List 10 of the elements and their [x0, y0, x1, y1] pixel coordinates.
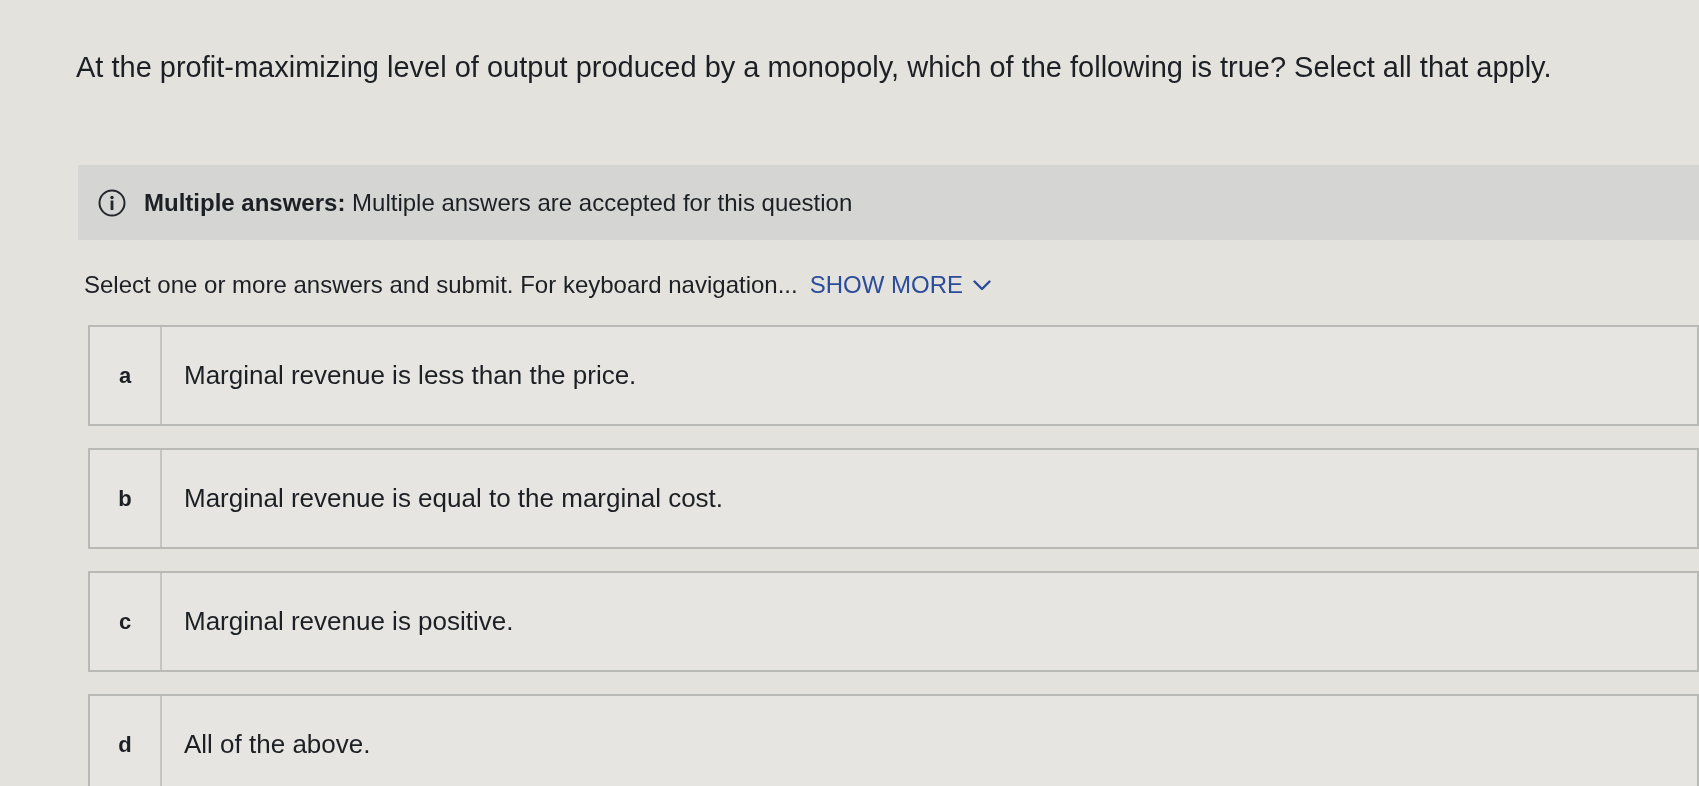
answer-option[interactable]: c Marginal revenue is positive. — [88, 571, 1699, 672]
question-text: At the profit-maximizing level of output produced by a monopoly, which of the following is true? Select all that apply. — [76, 50, 1553, 85]
notice-text: Multiple answers: Multiple answers are accepted for this question — [144, 187, 853, 218]
instructions-text: Select one or more answers and submit. For keyboard navigation... — [84, 270, 798, 300]
answer-option[interactable]: d All of the above. — [88, 694, 1699, 786]
show-more-button[interactable]: SHOW MORE — [809, 270, 992, 300]
info-icon — [98, 188, 126, 217]
answer-option[interactable]: b Marginal revenue is equal to the marginal cost. — [88, 448, 1699, 549]
answer-option[interactable]: a Marginal revenue is less than the price. — [88, 325, 1699, 426]
chevron-icon — [973, 279, 992, 291]
